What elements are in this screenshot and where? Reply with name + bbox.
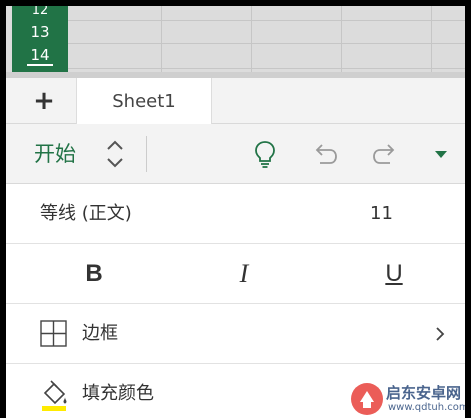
ribbon-divider	[146, 136, 147, 172]
row-number: 14	[27, 46, 53, 66]
row-header-14[interactable]: 14	[12, 44, 68, 68]
watermark-url: www.qdtuh.com	[388, 402, 469, 413]
paint-bucket-icon	[38, 378, 72, 412]
grid-line	[68, 20, 465, 21]
add-sheet-button[interactable]: +	[12, 78, 76, 124]
ribbon-tab-title[interactable]: 开始	[34, 124, 76, 184]
chevron-right-icon	[433, 324, 447, 344]
bold-button[interactable]: B	[64, 244, 124, 304]
italic-button[interactable]: I	[214, 244, 274, 304]
row-number: 13	[30, 23, 50, 41]
updown-switch-icon[interactable]	[100, 136, 130, 172]
row-number: 12	[31, 3, 49, 18]
ribbon-header: 开始	[6, 124, 465, 184]
dropdown-arrow-icon[interactable]	[430, 137, 452, 171]
underline-button[interactable]: U	[364, 244, 424, 304]
font-size[interactable]: 11	[370, 184, 393, 244]
font-row[interactable]: 等线 (正文) 11	[6, 184, 465, 244]
spreadsheet-grid[interactable]: 12 13 14	[6, 6, 465, 72]
border-label: 边框	[82, 323, 118, 344]
lightbulb-icon[interactable]	[248, 137, 282, 171]
sheet-tab-bar: + Sheet1	[6, 78, 465, 124]
grid-line	[68, 43, 465, 44]
undo-icon[interactable]	[308, 137, 342, 171]
watermark: 启东安卓网 www.qdtuh.com	[348, 380, 469, 418]
border-row[interactable]: 边框	[6, 304, 465, 364]
grid-line	[251, 6, 252, 72]
grid-line	[161, 6, 162, 72]
fill-color-label: 填充颜色	[82, 383, 154, 404]
grid-line	[68, 68, 465, 69]
font-name[interactable]: 等线 (正文)	[40, 184, 132, 244]
app-frame: 12 13 14 + Sheet1 开始 等线 (正文) 11 B I U 边框…	[0, 0, 471, 418]
grid-line	[341, 6, 342, 72]
grid-line	[431, 6, 432, 72]
watermark-title: 启东安卓网	[386, 384, 462, 402]
row-header-13[interactable]: 13	[12, 21, 68, 43]
redo-icon[interactable]	[368, 137, 402, 171]
watermark-logo-icon	[350, 382, 384, 416]
text-style-row: B I U	[6, 244, 465, 304]
row-header-12[interactable]: 12	[12, 6, 68, 20]
borders-icon	[40, 320, 67, 347]
tab-sheet1[interactable]: Sheet1	[76, 78, 212, 124]
